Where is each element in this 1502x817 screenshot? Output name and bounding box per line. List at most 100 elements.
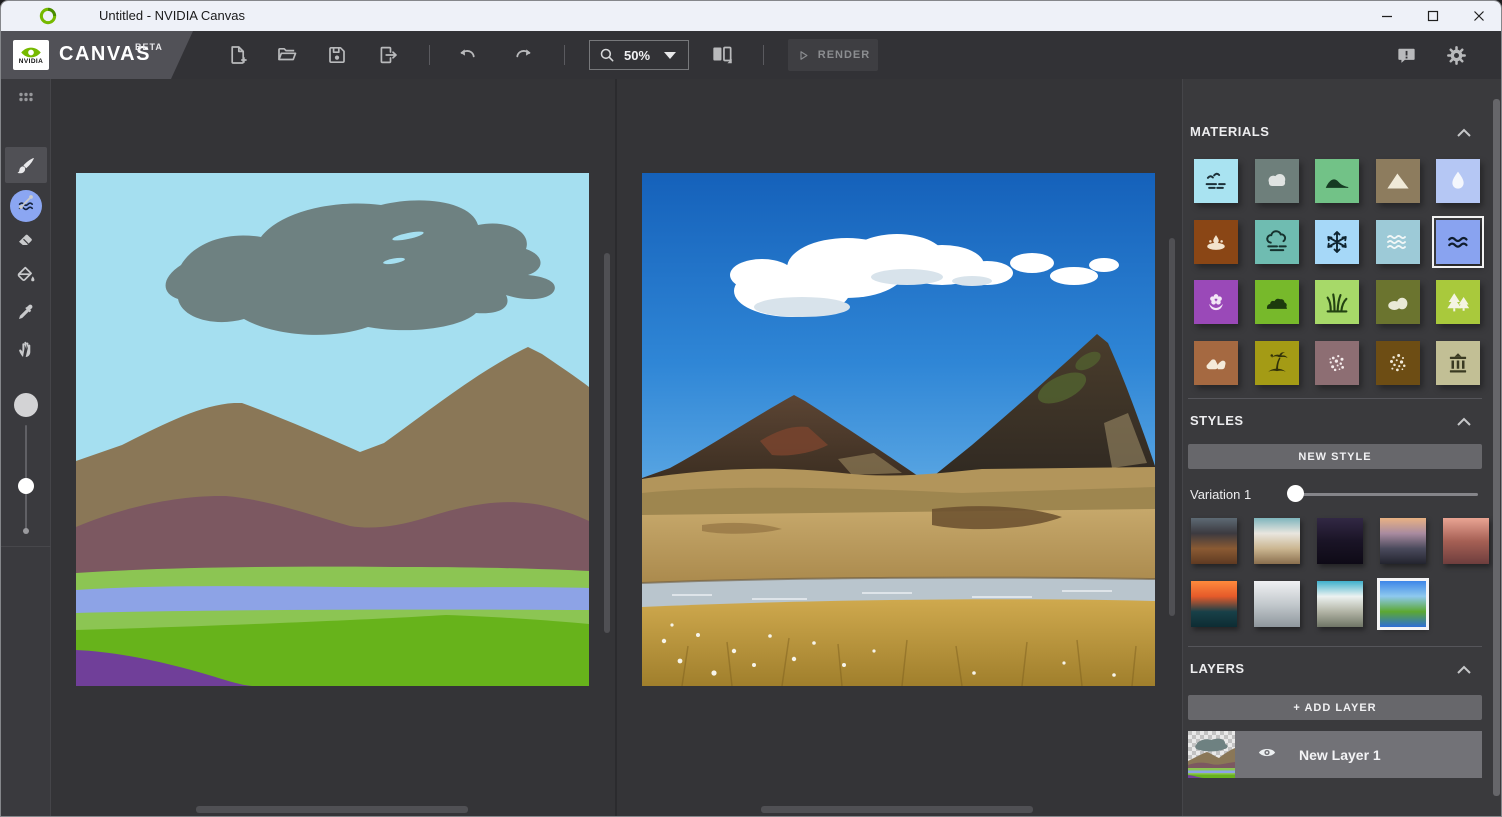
material-rock[interactable] — [1194, 341, 1238, 385]
layer-visibility-toggle[interactable] — [1257, 745, 1277, 765]
material-gravel[interactable] — [1315, 341, 1359, 385]
split-view-button[interactable] — [709, 41, 735, 67]
material-fog[interactable] — [1255, 220, 1299, 264]
styles-collapse-button[interactable] — [1453, 413, 1475, 431]
style-thumbnails-row2 — [1191, 581, 1426, 627]
eyedropper-icon — [14, 300, 38, 324]
material-mud[interactable] — [1194, 220, 1238, 264]
style-thumbnail-rocky-peak[interactable] — [1443, 518, 1489, 564]
material-hill[interactable] — [1315, 159, 1359, 203]
variation-slider-knob[interactable] — [1287, 485, 1304, 502]
layers-title: LAYERS — [1190, 661, 1245, 676]
style-thumbnail-ocean-sunset[interactable] — [1191, 581, 1237, 627]
flower-icon — [1201, 287, 1231, 317]
zoom-control[interactable]: 50% — [589, 40, 689, 70]
render-button[interactable]: RENDER — [788, 39, 878, 71]
mud-icon — [1201, 227, 1231, 257]
style-thumbnail-snowy-clouds[interactable] — [1254, 518, 1300, 564]
save-icon — [325, 43, 349, 67]
export-button[interactable] — [375, 42, 401, 68]
variation-slider-track[interactable] — [1292, 493, 1478, 496]
panel-scrollbar[interactable] — [1493, 99, 1500, 796]
material-grass[interactable] — [1315, 280, 1359, 324]
material-stone[interactable] — [1376, 280, 1420, 324]
new-file-button[interactable] — [225, 42, 251, 68]
window-title: Untitled - NVIDIA Canvas — [99, 8, 245, 23]
eyedropper-tool[interactable] — [5, 294, 47, 330]
material-tree[interactable] — [1436, 280, 1480, 324]
material-cloud[interactable] — [1255, 159, 1299, 203]
open-file-button[interactable] — [274, 42, 300, 68]
right-pane-hscrollbar[interactable] — [761, 806, 1033, 813]
maximize-button[interactable] — [1410, 1, 1456, 31]
material-dirt[interactable] — [1376, 341, 1420, 385]
style-thumbnail-beach-clouds[interactable] — [1317, 581, 1363, 627]
drawing-canvas[interactable] — [76, 173, 589, 686]
redo-button[interactable] — [511, 42, 537, 68]
magnifier-icon — [596, 44, 618, 66]
materials-collapse-button[interactable] — [1453, 124, 1475, 142]
new-style-button[interactable]: NEW STYLE — [1188, 444, 1482, 469]
apps-grid-icon — [14, 85, 38, 109]
material-bush[interactable] — [1255, 280, 1299, 324]
undo-icon — [455, 43, 479, 67]
layer-thumbnail — [1188, 731, 1235, 778]
snow-icon — [1322, 227, 1352, 257]
brush-size-preview — [14, 393, 38, 417]
material-mountain[interactable] — [1376, 159, 1420, 203]
panel-divider — [1188, 398, 1482, 399]
style-thumbnail-foggy-snow-peaks[interactable] — [1254, 581, 1300, 627]
eraser-icon — [14, 227, 38, 251]
sidebar-divider — [1, 546, 51, 547]
stone-icon — [1383, 287, 1413, 317]
undo-button[interactable] — [454, 42, 480, 68]
style-thumbnail-desert-buttes-night[interactable] — [1191, 518, 1237, 564]
material-flower[interactable] — [1194, 280, 1238, 324]
minimize-button[interactable] — [1364, 1, 1410, 31]
material-river[interactable] — [1436, 220, 1480, 264]
settings-button[interactable] — [1443, 42, 1469, 68]
material-straw[interactable] — [1436, 341, 1480, 385]
render-preview-canvas — [642, 173, 1155, 686]
eraser-tool[interactable] — [5, 221, 47, 257]
panel-divider — [1188, 646, 1482, 647]
sky-icon — [1201, 166, 1231, 196]
play-icon — [796, 48, 811, 63]
chevron-up-icon — [1456, 416, 1472, 428]
left-pane-hscrollbar[interactable] — [196, 806, 468, 813]
materials-title: MATERIALS — [1190, 124, 1269, 139]
feedback-button[interactable] — [1393, 42, 1419, 68]
line-tool[interactable] — [5, 184, 47, 220]
layers-collapse-button[interactable] — [1453, 661, 1475, 679]
material-sand[interactable] — [1255, 341, 1299, 385]
material-sky[interactable] — [1194, 159, 1238, 203]
brush-size-slider-knob[interactable] — [18, 478, 34, 494]
material-snow[interactable] — [1315, 220, 1359, 264]
material-water[interactable] — [1436, 159, 1480, 203]
close-button[interactable] — [1456, 1, 1502, 31]
save-button[interactable] — [324, 42, 350, 68]
render-label: RENDER — [818, 49, 870, 61]
paint-bucket-icon — [14, 263, 38, 287]
material-sea[interactable] — [1376, 220, 1420, 264]
left-pane-vscrollbar[interactable] — [604, 253, 610, 633]
materials-menu-button[interactable] — [5, 79, 47, 115]
brush-size-slider-track[interactable] — [25, 425, 27, 529]
style-thumbnail-sunset-mesa-fog[interactable] — [1380, 518, 1426, 564]
style-thumbnail-mountain-lake[interactable] — [1380, 581, 1426, 627]
redo-icon — [512, 43, 536, 67]
pan-tool[interactable] — [5, 331, 47, 367]
water-icon — [1443, 166, 1473, 196]
add-layer-button[interactable]: + ADD LAYER — [1188, 695, 1482, 720]
toolbar-separator — [564, 45, 565, 65]
right-pane-vscrollbar[interactable] — [1169, 238, 1175, 616]
nvidia-logo-text: NVIDIA — [19, 59, 43, 65]
feedback-icon — [1395, 44, 1418, 67]
fill-tool[interactable] — [5, 257, 47, 293]
chevron-up-icon — [1456, 127, 1472, 139]
add-layer-label: + ADD LAYER — [1293, 702, 1376, 714]
brush-tool[interactable] — [5, 147, 47, 183]
sea-icon — [1383, 227, 1413, 257]
layer-row[interactable]: New Layer 1 — [1188, 731, 1482, 778]
style-thumbnail-arch-starry-night[interactable] — [1317, 518, 1363, 564]
